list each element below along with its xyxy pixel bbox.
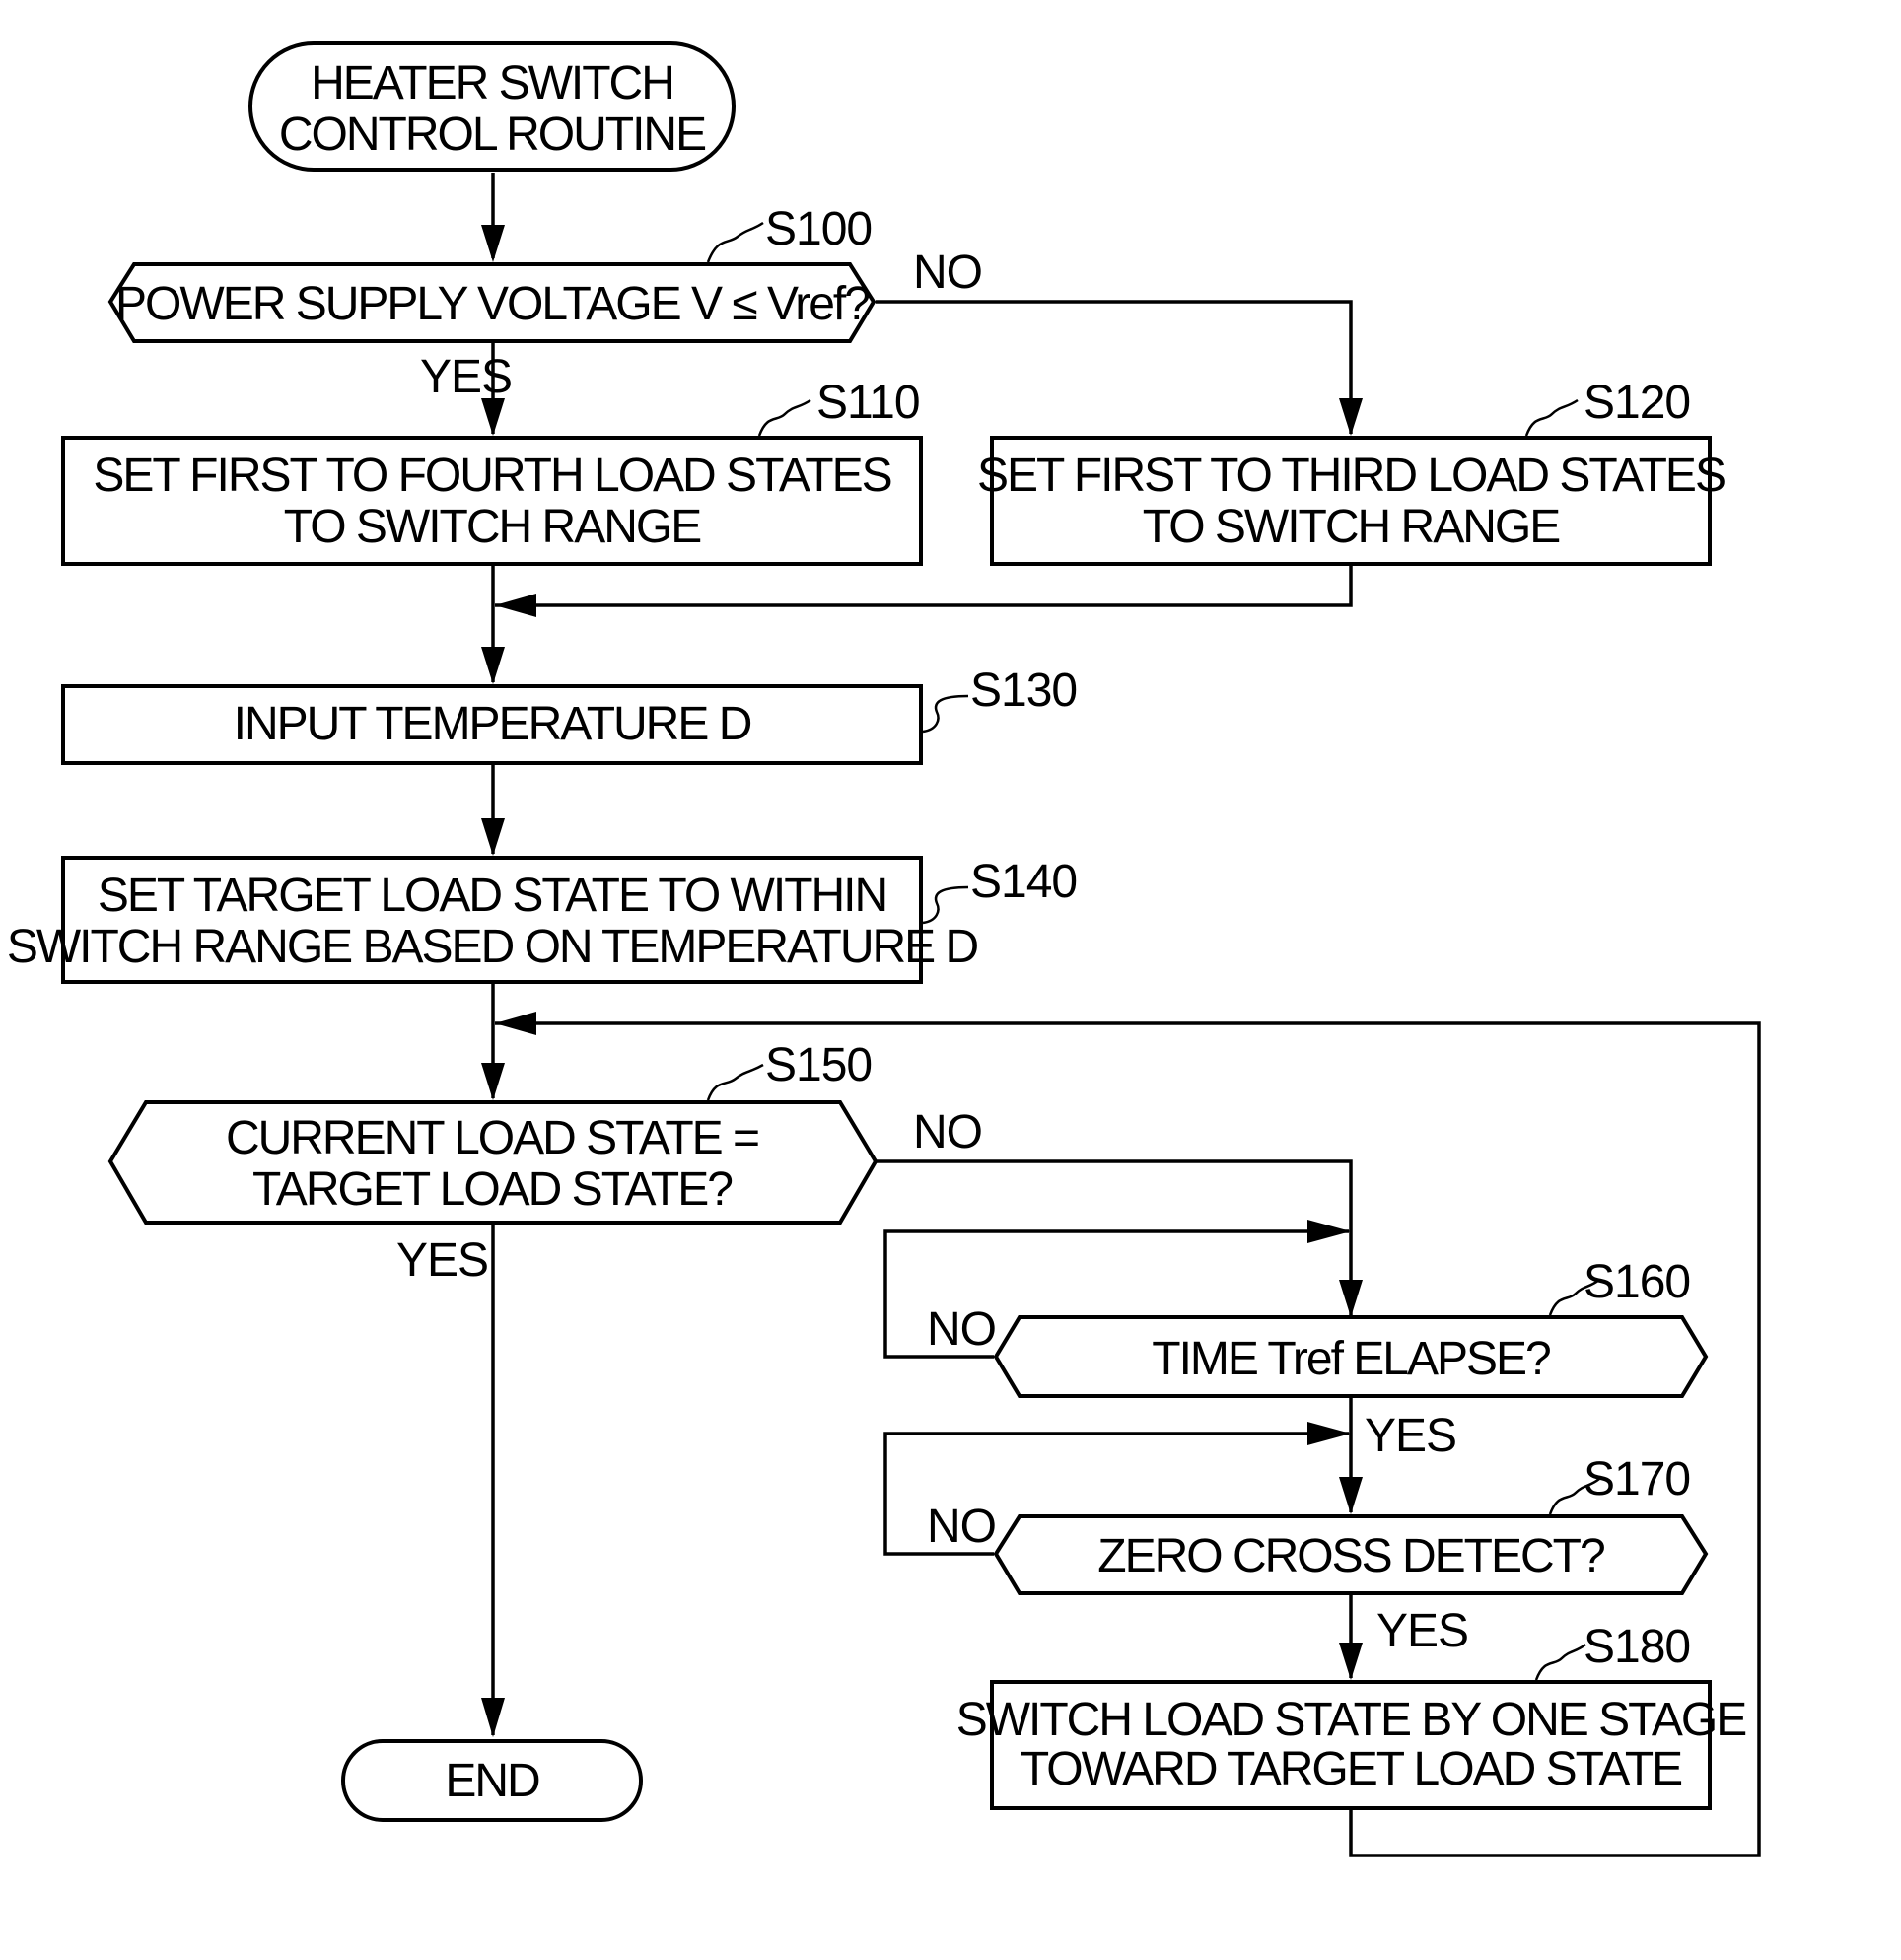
start-line-2: CONTROL ROUTINE: [279, 108, 705, 161]
start-line-1: HEATER SWITCH: [311, 57, 673, 109]
arrowhead: [481, 1698, 505, 1737]
arrowhead: [1339, 398, 1363, 436]
arrowhead: [1339, 1643, 1363, 1680]
arrowhead: [481, 647, 505, 684]
arrowhead: [495, 1012, 536, 1035]
s160-yes-label: YES: [1365, 1410, 1456, 1462]
s140-leader: [922, 885, 969, 925]
step-s130: INPUT TEMPERATURE D S130: [61, 665, 1078, 765]
step-s150: CURRENT LOAD STATE = TARGET LOAD STATE? …: [107, 1039, 983, 1287]
s100-yes-label: YES: [420, 351, 512, 403]
s110-line-1: SET FIRST TO FOURTH LOAD STATES: [93, 450, 890, 502]
s120-line-2: TO SWITCH RANGE: [1143, 501, 1559, 553]
s180-line-2: TOWARD TARGET LOAD STATE: [1021, 1743, 1681, 1795]
edge-s150-s160: [876, 1159, 1353, 1315]
s150-id: S150: [765, 1039, 872, 1091]
s150-line-1: CURRENT LOAD STATE =: [226, 1112, 758, 1164]
s130-leader: [922, 694, 969, 734]
s150-line-2: TARGET LOAD STATE?: [252, 1163, 732, 1216]
s170-id: S170: [1584, 1453, 1690, 1505]
s120-leader: [1524, 398, 1579, 437]
s150-leader: [706, 1063, 764, 1101]
s180-line-1: SWITCH LOAD STATE BY ONE STAGE: [956, 1694, 1746, 1746]
s140-line-2: SWITCH RANGE BASED ON TEMPERATURE D: [7, 921, 978, 973]
s100-text: POWER SUPPLY VOLTAGE V ≤ Vref?: [115, 278, 869, 330]
arrowhead: [481, 1063, 505, 1100]
s100-id: S100: [765, 203, 872, 255]
arrowhead: [1307, 1422, 1351, 1445]
end-label: END: [445, 1755, 539, 1807]
flowchart: HEATER SWITCH CONTROL ROUTINE POWER SUPP…: [7, 41, 1761, 1857]
s110-line-2: TO SWITCH RANGE: [284, 501, 700, 553]
s180-id: S180: [1584, 1621, 1690, 1673]
s170-yes-label: YES: [1376, 1605, 1468, 1657]
arrowhead: [1339, 1477, 1363, 1514]
s120-line-1: SET FIRST TO THIRD LOAD STATES: [977, 450, 1725, 502]
s140-line-1: SET TARGET LOAD STATE TO WITHIN: [98, 870, 886, 922]
arrowhead: [1339, 1280, 1363, 1317]
s160-id: S160: [1584, 1256, 1690, 1308]
s160-no-label: NO: [927, 1303, 996, 1356]
s150-no-label: NO: [913, 1106, 982, 1158]
step-s140: SET TARGET LOAD STATE TO WITHIN SWITCH R…: [7, 856, 1078, 984]
s180-leader: [1534, 1644, 1586, 1681]
edge-s100-s120: [876, 300, 1353, 434]
s170-text: ZERO CROSS DETECT?: [1097, 1530, 1604, 1582]
end-terminator: END: [341, 1739, 643, 1822]
arrowhead: [481, 225, 505, 262]
s140-id: S140: [970, 856, 1077, 908]
arrowhead: [1307, 1220, 1351, 1243]
arrowhead: [495, 594, 536, 617]
s120-id: S120: [1584, 377, 1690, 429]
edge-s120-merge: [495, 564, 1353, 607]
s110-leader: [757, 398, 811, 437]
step-s100: POWER SUPPLY VOLTAGE V ≤ Vref? S100 YES …: [107, 203, 983, 403]
s130-id: S130: [970, 665, 1077, 717]
start-terminator: HEATER SWITCH CONTROL ROUTINE: [248, 41, 736, 172]
s130-text: INPUT TEMPERATURE D: [234, 698, 751, 750]
s100-leader: [706, 221, 764, 263]
s150-yes-label: YES: [396, 1234, 488, 1287]
arrowhead: [481, 398, 505, 436]
connectors: [481, 173, 1761, 1857]
s110-id: S110: [816, 377, 920, 429]
s160-text: TIME Tref ELAPSE?: [1152, 1333, 1550, 1385]
s100-no-label: NO: [913, 246, 982, 299]
s170-no-label: NO: [927, 1501, 996, 1553]
arrowhead: [481, 818, 505, 856]
